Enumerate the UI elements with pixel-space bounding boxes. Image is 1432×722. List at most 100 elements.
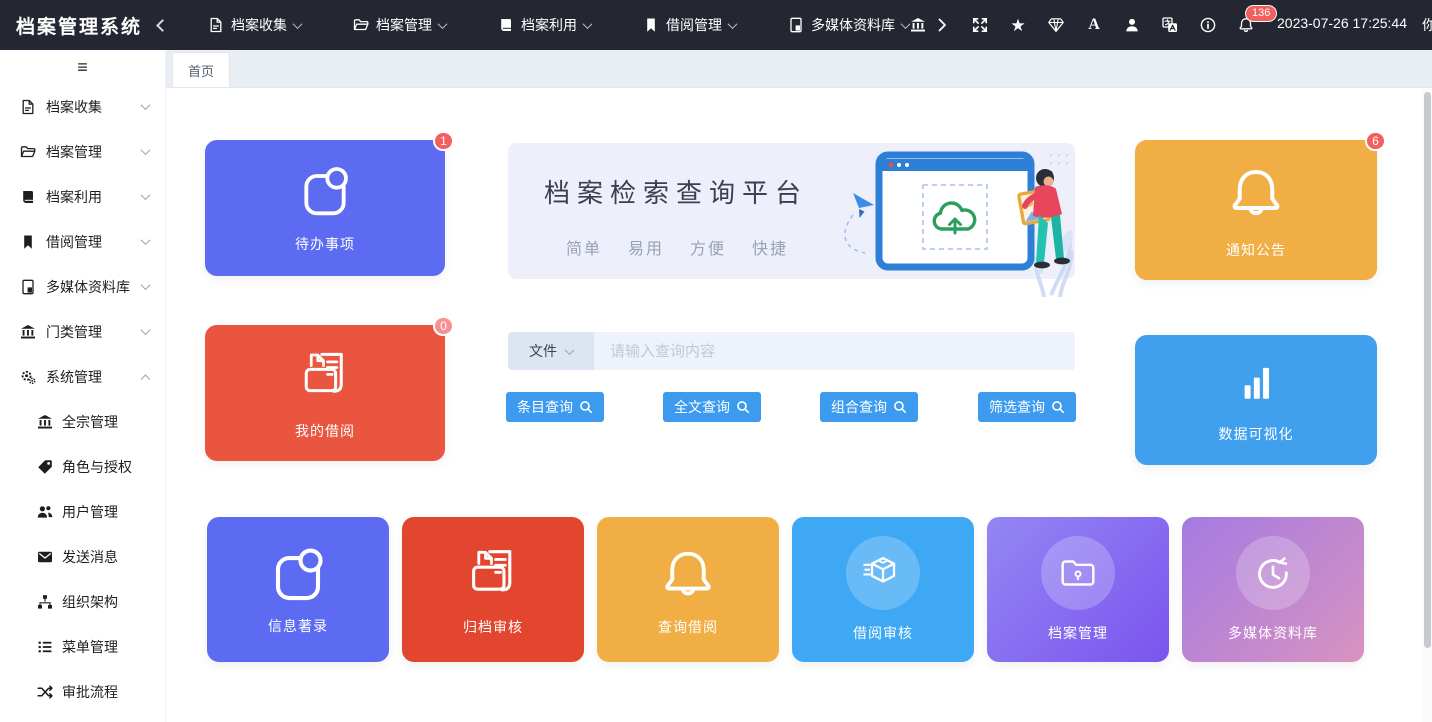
folder-lock-icon <box>1055 550 1101 596</box>
sidebar-item-system-manage[interactable]: 系统管理 <box>0 354 165 399</box>
topnav-archive-collect[interactable]: 档案收集 <box>208 15 301 35</box>
sidebar-item-label: 系统管理 <box>46 367 102 387</box>
gem-icon[interactable] <box>1047 16 1065 34</box>
bookmark-icon <box>643 17 659 33</box>
data-visualization-card[interactable]: 数据可视化 <box>1135 335 1377 465</box>
sidebar-item-archive-manage[interactable]: 档案管理 <box>0 129 165 174</box>
sidebar-item-archive-use[interactable]: 档案利用 <box>0 174 165 219</box>
sidebar-item-menu-manage[interactable]: 菜单管理 <box>0 624 165 669</box>
chevron-right-icon[interactable] <box>933 16 951 34</box>
bell-icon <box>657 542 719 604</box>
shortcut-borrow-review[interactable]: 借阅审核 <box>792 517 974 662</box>
topbar: 档案管理系统 档案收集 档案管理 档案利用 借阅管理 <box>0 0 1432 50</box>
chevron-down-icon <box>141 100 151 110</box>
entry-query-button[interactable]: 条目查询 <box>506 392 604 422</box>
sidebar-item-label: 审批流程 <box>62 682 118 702</box>
fullscreen-icon[interactable] <box>971 16 989 34</box>
shortcut-archive-manage[interactable]: 档案管理 <box>987 517 1169 662</box>
shortcut-info-entry[interactable]: 信息著录 <box>207 517 389 662</box>
combined-query-button[interactable]: 组合查询 <box>820 392 918 422</box>
card-label: 数据可视化 <box>1219 424 1294 444</box>
media-file-icon <box>788 17 804 33</box>
topnav-archive-manage[interactable]: 档案管理 <box>353 15 446 35</box>
filter-query-button[interactable]: 筛选查询 <box>978 392 1076 422</box>
info-icon[interactable] <box>1199 16 1217 34</box>
notice-card[interactable]: 通知公告 6 <box>1135 140 1377 280</box>
topnav-archive-use[interactable]: 档案利用 <box>498 15 591 35</box>
sidebar-item-user-manage[interactable]: 用户管理 <box>0 489 165 534</box>
search-input[interactable] <box>594 332 1075 370</box>
document-icon <box>20 99 36 115</box>
scrollbar-thumb[interactable] <box>1424 92 1431 648</box>
shortcut-label: 查询借阅 <box>658 617 718 637</box>
button-label: 组合查询 <box>831 397 887 417</box>
keyword: 简单 <box>566 235 602 259</box>
shortcut-label: 信息著录 <box>268 616 328 636</box>
greeting[interactable]: 你好 杨标 <box>1422 15 1432 35</box>
envelope-icon <box>37 549 53 565</box>
tab-home[interactable]: 首页 <box>172 52 230 87</box>
sidebar-item-approval-flow[interactable]: 审批流程 <box>0 669 165 714</box>
topnav-media-library[interactable]: 多媒体资料库 <box>788 15 909 35</box>
chevron-down-icon <box>438 19 448 29</box>
banner-title: 档案检索查询平台 <box>544 173 808 210</box>
chevron-up-icon <box>141 374 151 384</box>
my-borrow-card[interactable]: 我的借阅 0 <box>205 325 445 461</box>
sidebar-item-label: 档案收集 <box>46 97 102 117</box>
collapse-sidebar-icon[interactable] <box>156 19 169 32</box>
shortcut-label: 归档审核 <box>463 617 523 637</box>
topbar-info: 2023-07-26 17:25:44 你好 杨标 <box>1277 15 1432 35</box>
hamburger-menu-icon[interactable]: ≡ <box>0 50 165 84</box>
gear-icon <box>20 369 36 385</box>
bell-icon[interactable]: 136 <box>1237 16 1255 34</box>
sidebar-item-fonds-manage[interactable]: 全宗管理 <box>0 399 165 444</box>
person-figure <box>1019 169 1070 268</box>
borrow-badge: 0 <box>433 316 454 336</box>
search-icon <box>1051 400 1065 414</box>
todo-card[interactable]: 待办事项 1 <box>205 140 445 276</box>
shortcut-label: 借阅审核 <box>853 623 913 643</box>
shortcut-media-library[interactable]: 多媒体资料库 <box>1182 517 1364 662</box>
shortcut-query-borrow[interactable]: 查询借阅 <box>597 517 779 662</box>
sidebar-item-category-manage[interactable]: 门类管理 <box>0 309 165 354</box>
sidebar-item-label: 全宗管理 <box>62 412 118 432</box>
fulltext-query-button[interactable]: 全文查询 <box>663 392 761 422</box>
sidebar-item-label: 门类管理 <box>46 322 102 342</box>
media-file-icon <box>20 279 36 295</box>
shortcut-label: 档案管理 <box>1048 623 1108 643</box>
search-icon <box>893 400 907 414</box>
user-icon[interactable] <box>1123 16 1141 34</box>
chevron-down-icon <box>141 190 151 200</box>
sidebar-item-roles-auth[interactable]: 角色与授权 <box>0 444 165 489</box>
users-icon <box>37 504 53 520</box>
clipboard-icon <box>268 543 328 603</box>
keyword: 快捷 <box>752 235 788 259</box>
star-icon[interactable]: ★ <box>1009 16 1027 34</box>
bell-icon <box>1224 160 1288 224</box>
tab-label: 首页 <box>188 61 214 80</box>
chevron-down-icon <box>141 325 151 335</box>
sidebar-menu: 档案收集 档案管理 档案利用 借阅管理 多媒体资料库 <box>0 84 165 399</box>
bank-icon <box>37 414 53 430</box>
icon-circle <box>1236 536 1310 610</box>
sidebar-item-archive-collect[interactable]: 档案收集 <box>0 84 165 129</box>
topnav-borrow-manage[interactable]: 借阅管理 <box>643 15 736 35</box>
topnav-label: 多媒体资料库 <box>811 15 895 35</box>
chevron-down-icon <box>728 19 738 29</box>
search-category-select[interactable]: 文件 <box>508 332 594 370</box>
sidebar-item-media-library[interactable]: 多媒体资料库 <box>0 264 165 309</box>
sidebar-item-send-message[interactable]: 发送消息 <box>0 534 165 579</box>
sidebar-item-borrow-manage[interactable]: 借阅管理 <box>0 219 165 264</box>
shortcut-archive-review[interactable]: 归档审核 <box>402 517 584 662</box>
sidebar-item-org-structure[interactable]: 组织架构 <box>0 579 165 624</box>
main-content: 待办事项 1 档案检索查询平台 简单 易用 方便 快捷 <box>166 88 1432 722</box>
category-bank-icon[interactable] <box>909 16 927 34</box>
font-size-icon[interactable]: A <box>1085 16 1103 34</box>
vertical-scrollbar[interactable] <box>1422 89 1432 722</box>
translate-icon[interactable] <box>1161 16 1179 34</box>
banner-keywords: 简单 易用 方便 快捷 <box>566 235 788 259</box>
folder-open-icon <box>20 144 36 160</box>
search-icon <box>579 400 593 414</box>
app-title: 档案管理系统 <box>16 12 142 39</box>
button-label: 条目查询 <box>517 397 573 417</box>
